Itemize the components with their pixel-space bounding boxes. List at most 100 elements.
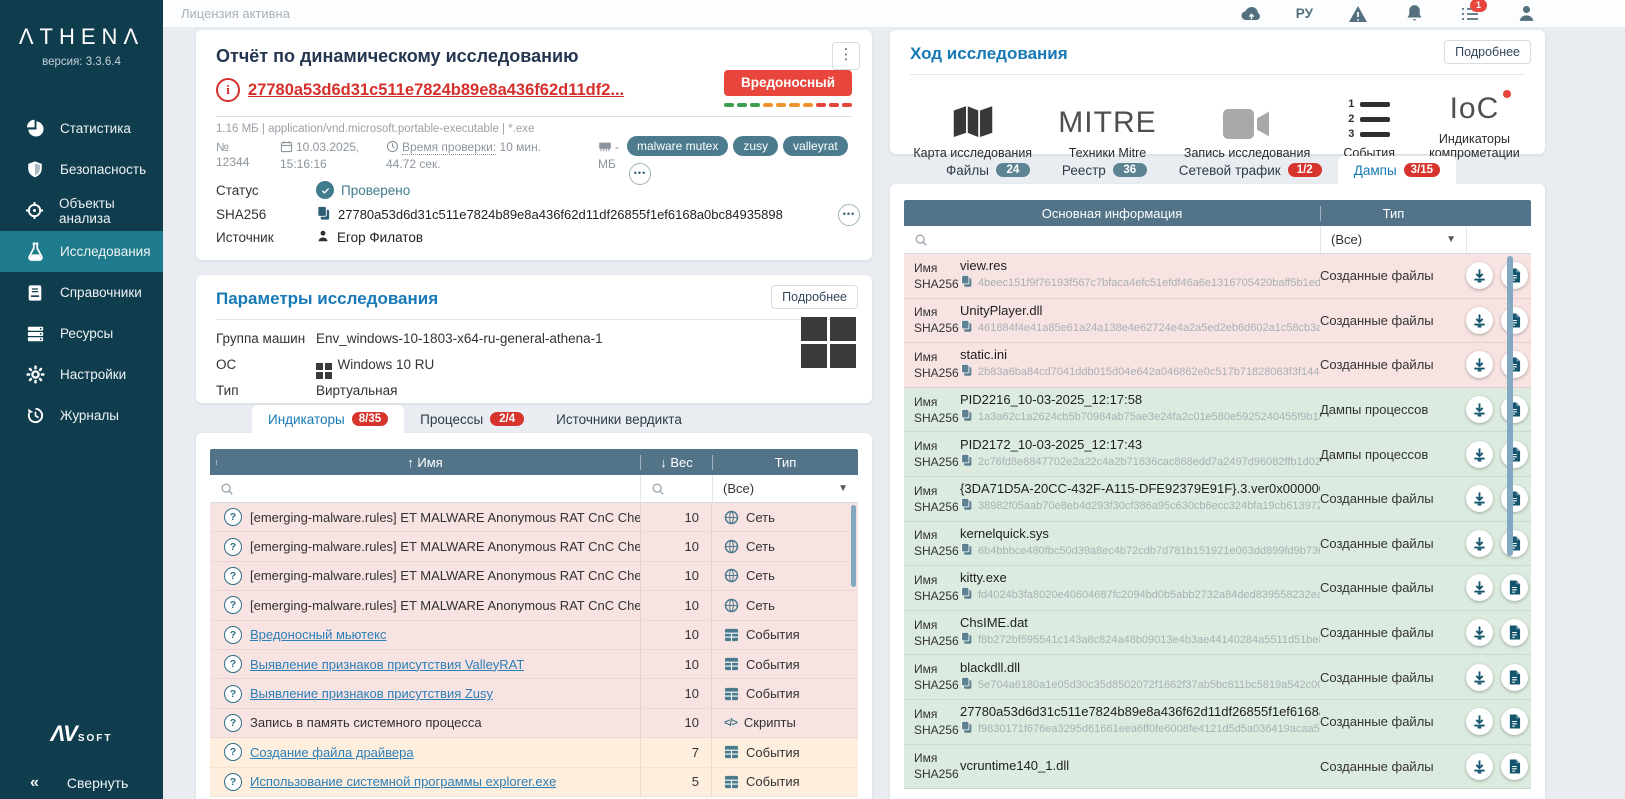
download-button[interactable] [1466,530,1493,557]
sidebar-item-analysis-objects[interactable]: Объекты анализа [0,190,163,231]
indicators-scrollbar[interactable] [851,505,856,587]
sidebar-item-references[interactable]: Справочники [0,272,163,313]
download-button[interactable] [1466,708,1493,735]
column-main-info[interactable]: Основная информация [904,206,1320,221]
sidebar-item-statistics[interactable]: Статистика [0,108,163,149]
feature-research-map[interactable]: Карта исследования [900,80,1045,160]
sha-more-button[interactable]: ••• [838,204,860,226]
download-button[interactable] [1466,619,1493,646]
user-icon[interactable] [1515,3,1537,25]
feature-mitre-techniques[interactable]: MITREТехники Mitre [1045,80,1169,160]
indicator-name-link[interactable]: Создание файла драйвера [250,745,414,760]
more-tags-button[interactable]: ••• [629,163,651,185]
indicator-name-link[interactable]: Выявление признаков присутствия ValleyRA… [250,657,524,672]
copy-icon[interactable] [960,676,973,695]
os-row: ОС Windows 10 RU [216,357,434,379]
dump-row: ИмяSHA25627780a53d6d31c511e7824b89e8a436… [904,700,1531,745]
tab-processes[interactable]: Процессы2/4 [404,405,540,433]
tag-pill[interactable]: valleyrat [783,136,848,156]
copy-icon[interactable] [960,542,973,561]
flask-icon [25,242,45,262]
tab-network-traffic[interactable]: Сетевой трафик1/2 [1163,156,1338,184]
download-button[interactable] [1466,664,1493,691]
tab-label: Сетевой трафик [1179,163,1281,178]
feature-ioc[interactable]: IoCИндикаторы компрометации [1414,80,1535,160]
sidebar-item-research[interactable]: Исследования [0,231,163,272]
progress-details-button[interactable]: Подробнее [1444,40,1531,64]
copy-icon[interactable] [960,363,973,382]
column-name[interactable]: ↑ Имя [210,455,640,470]
report-file-button[interactable] [1501,262,1528,289]
report-file-button[interactable] [1501,396,1528,423]
tab-dumps[interactable]: Дампы3/15 [1338,156,1456,184]
report-file-button[interactable] [1501,441,1528,468]
download-button[interactable] [1466,262,1493,289]
language-switcher[interactable]: РУ [1296,6,1313,21]
download-button[interactable] [1466,753,1493,780]
warning-icon[interactable] [1347,3,1369,25]
copy-icon[interactable] [316,205,331,224]
name-filter-input[interactable] [210,475,640,502]
indicator-name-link[interactable]: Выявление признаков присутствия Zusy [250,686,493,701]
tab-indicators[interactable]: Индикаторы8/35 [252,405,404,433]
report-menu-button[interactable]: ⋮ [832,42,860,70]
dumps-scrollbar[interactable] [1507,256,1513,556]
copy-icon[interactable] [960,497,973,516]
tab-files[interactable]: Файлы24 [930,156,1046,184]
report-file-button[interactable] [1501,485,1528,512]
copy-icon[interactable] [960,453,973,472]
download-button[interactable] [1466,351,1493,378]
sidebar-item-journals[interactable]: Журналы [0,395,163,436]
tab-verdict-sources[interactable]: Источники вердикта [540,405,698,433]
weight-filter-input[interactable] [640,475,712,502]
tab-badge: 2/4 [490,412,524,426]
copy-icon[interactable] [960,720,973,739]
report-file-button[interactable] [1501,753,1528,780]
cloud-upload-icon[interactable] [1240,3,1262,25]
feature-events[interactable]: 123События [1325,80,1414,160]
sidebar-item-security[interactable]: Безопасность [0,149,163,190]
sha256-row: SHA256 27780a53d6d31c511e7824b89e8a436f6… [216,205,783,224]
copy-icon[interactable] [960,631,973,650]
collapse-button[interactable]: « Свернуть [0,767,163,799]
download-button[interactable] [1466,574,1493,601]
params-details-button[interactable]: Подробнее [771,285,858,309]
download-button[interactable] [1466,396,1493,423]
report-file-button[interactable] [1501,574,1528,601]
report-file-button[interactable] [1501,307,1528,334]
column-type[interactable]: Тип [712,455,858,470]
sidebar-item-resources[interactable]: Ресурсы [0,313,163,354]
info-filter-input[interactable] [904,226,1320,253]
download-button[interactable] [1466,441,1493,468]
tasks-icon[interactable]: 1 [1459,3,1481,25]
bell-icon[interactable] [1403,3,1425,25]
sidebar-item-settings[interactable]: Настройки [0,354,163,395]
verdict-scale-dash [789,103,799,107]
copy-icon[interactable] [960,586,973,605]
report-file-button[interactable] [1501,530,1528,557]
tab-label: Дампы [1354,163,1397,178]
tag-pill[interactable]: zusy [733,136,778,156]
video-camera-icon [1223,94,1271,140]
indicator-name-link[interactable]: Использование системной программы explor… [250,774,556,789]
sha-label: SHA256 [914,320,960,336]
feature-research-recording[interactable]: Запись исследования [1170,80,1325,160]
tab-registry[interactable]: Реестр36 [1046,156,1163,184]
type-filter-select[interactable]: (Все)▼ [1320,226,1466,253]
report-file-button[interactable] [1501,619,1528,646]
download-button[interactable] [1466,485,1493,512]
type-filter-select[interactable]: (Все)▼ [712,475,858,502]
column-weight[interactable]: ↓ Вес [640,455,712,470]
download-button[interactable] [1466,307,1493,334]
copy-icon[interactable] [960,319,973,338]
sample-hash-link[interactable]: 27780a53d6d31c511e7824b89e8a436f62d11df2… [248,81,624,100]
report-file-button[interactable] [1501,351,1528,378]
report-file-button[interactable] [1501,708,1528,735]
column-type[interactable]: Тип [1320,206,1466,221]
indicator-name-link[interactable]: Вредоносный мьютекс [250,627,387,642]
copy-icon[interactable] [960,274,973,293]
info-icon: i [216,78,240,102]
report-file-button[interactable] [1501,664,1528,691]
copy-icon[interactable] [960,408,973,427]
tag-pill[interactable]: malware mutex [627,136,728,156]
